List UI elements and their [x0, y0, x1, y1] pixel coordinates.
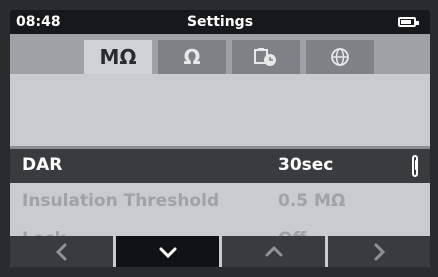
battery-icon — [398, 17, 419, 27]
setting-value: 0.5 MΩ — [278, 191, 346, 211]
chevron-up-icon — [264, 245, 284, 259]
timer-battery-icon — [253, 47, 279, 67]
setting-row-dar[interactable]: DAR 30sec — [10, 149, 430, 183]
header-panel — [10, 74, 430, 146]
tab-globe[interactable] — [306, 40, 374, 74]
tab-ohm-label: Ω — [183, 45, 201, 69]
softkey-up-button[interactable] — [222, 236, 325, 267]
setting-value: 30sec — [278, 155, 334, 175]
tab-megohm-label: MΩ — [99, 45, 137, 69]
softkey-down-button[interactable] — [116, 236, 219, 267]
softkey-left-button[interactable] — [10, 236, 113, 267]
softkey-right-button[interactable] — [328, 236, 430, 267]
tab-megohm[interactable]: MΩ — [84, 40, 152, 74]
display-screen: 08:48 Settings MΩ Ω DAR 30sec Insulation… — [10, 10, 430, 267]
tab-timer[interactable] — [232, 40, 300, 74]
chevron-right-icon — [372, 243, 386, 261]
setting-row-insulation-threshold[interactable]: Insulation Threshold 0.5 MΩ — [10, 185, 430, 219]
settings-tabs: MΩ Ω — [10, 34, 430, 74]
meter-device: 08:48 Settings MΩ Ω DAR 30sec Insulation… — [0, 0, 438, 277]
screen-title: Settings — [186, 14, 254, 30]
scrollbar-thumb[interactable] — [415, 160, 417, 170]
setting-label: DAR — [22, 155, 63, 175]
softkey-bar — [10, 236, 430, 267]
tab-ohm[interactable]: Ω — [158, 40, 226, 74]
status-bar: 08:48 Settings — [10, 10, 430, 34]
setting-label: Insulation Threshold — [22, 191, 220, 211]
chevron-left-icon — [55, 243, 69, 261]
chevron-down-icon — [158, 245, 178, 259]
globe-icon — [330, 47, 350, 67]
scrollbar[interactable] — [412, 155, 418, 177]
